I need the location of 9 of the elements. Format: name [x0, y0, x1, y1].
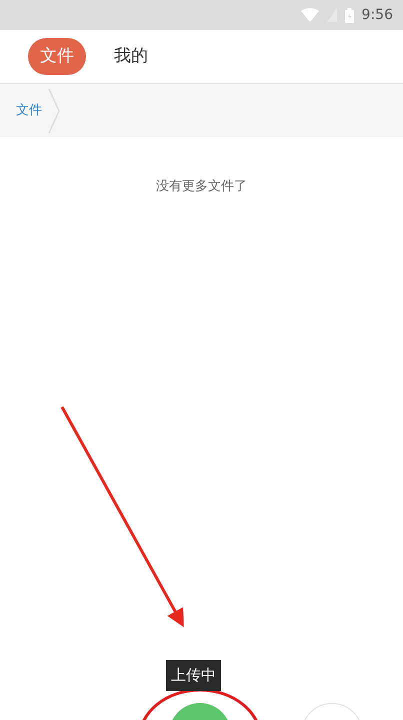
- wifi-icon: [300, 8, 319, 22]
- chevron-icon: [48, 88, 60, 132]
- tab[interactable]: 我的: [102, 38, 160, 76]
- tab[interactable]: 文件: [28, 38, 86, 76]
- status-time: 9:56: [362, 6, 393, 24]
- breadcrumb-link[interactable]: 文件: [10, 100, 48, 120]
- empty-message: 没有更多文件了: [155, 178, 248, 196]
- upload-tooltip: 上传中: [166, 660, 221, 690]
- battery-icon: [344, 8, 354, 22]
